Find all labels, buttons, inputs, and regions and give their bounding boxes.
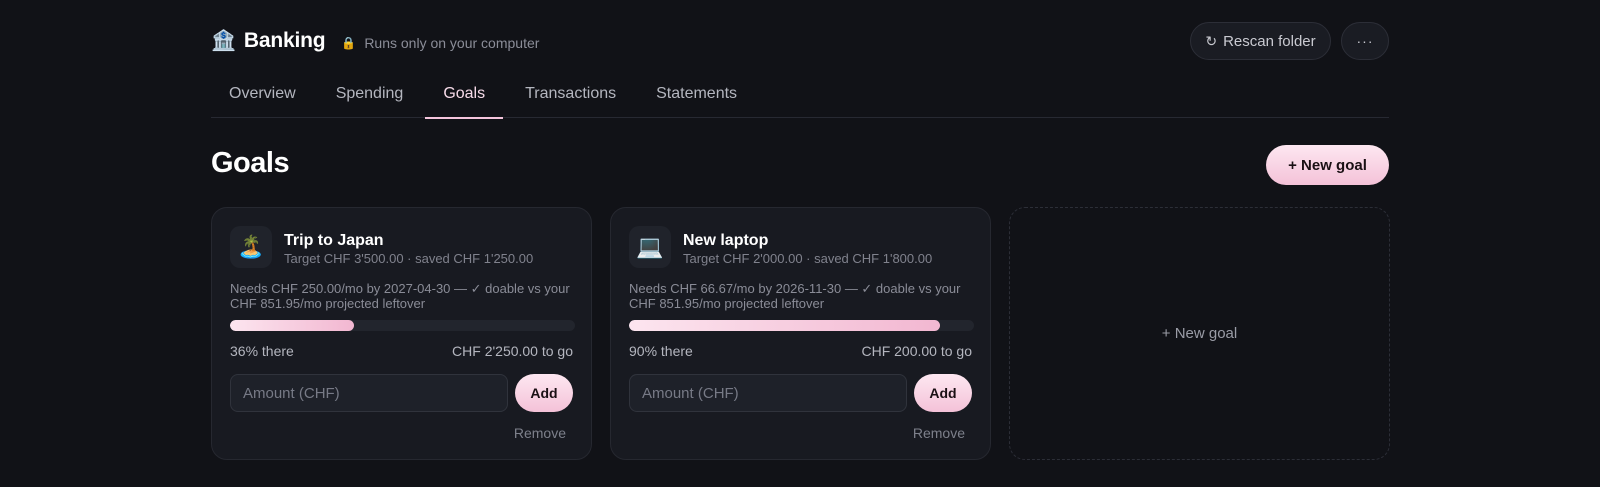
main-tabs: Overview Spending Goals Transactions Sta…: [211, 78, 1389, 119]
local-only-note: 🔒 Runs only on your computer: [341, 35, 539, 51]
goal-progress-bar: [629, 320, 974, 331]
goal-monthly-needs: Needs CHF 66.67/mo by 2026-11-30 — ✓ doa…: [629, 281, 961, 311]
goal-name: New laptop: [683, 232, 769, 249]
local-only-text: Runs only on your computer: [364, 34, 540, 51]
app-container: 🏦 Banking 🔒 Runs only on your computer ↻…: [211, 0, 1390, 487]
goal-target-summary: Target CHF 3'500.00 · saved CHF 1'250.00: [284, 251, 534, 266]
amount-input[interactable]: [629, 374, 907, 412]
remove-goal-button[interactable]: Remove: [514, 425, 566, 441]
page-title: Goals: [211, 147, 290, 179]
goal-progress-bar: [230, 320, 575, 331]
goal-card: 🏝️ Trip to Japan Target CHF 3'500.00 · s…: [211, 207, 592, 460]
tab-goals[interactable]: Goals: [425, 78, 503, 119]
goal-progress-label: 36% there: [230, 343, 294, 359]
refresh-icon: ↻: [1205, 32, 1218, 49]
app-header: 🏦 Banking 🔒 Runs only on your computer ↻…: [211, 22, 1389, 60]
new-goal-button[interactable]: + New goal: [1266, 145, 1389, 185]
add-amount-button[interactable]: Add: [914, 374, 972, 412]
tab-label: Overview: [229, 85, 296, 102]
lock-icon: 🔒: [341, 35, 357, 50]
goal-remaining: CHF 2'250.00 to go: [452, 343, 573, 359]
remove-goal-button[interactable]: Remove: [913, 425, 965, 441]
bank-icon: 🏦: [211, 30, 236, 52]
island-icon: 🏝️: [230, 226, 272, 268]
new-goal-card[interactable]: + New goal: [1009, 207, 1390, 460]
more-options-button[interactable]: ···: [1341, 22, 1389, 60]
brand: 🏦 Banking 🔒 Runs only on your computer: [211, 29, 539, 53]
goal-name: Trip to Japan: [284, 232, 384, 249]
goal-progress-fill: [629, 320, 940, 331]
laptop-icon: 💻: [629, 226, 671, 268]
tab-label: Transactions: [525, 85, 617, 102]
goal-cards: 🏝️ Trip to Japan Target CHF 3'500.00 · s…: [211, 207, 1390, 460]
goal-monthly-needs: Needs CHF 250.00/mo by 2027-04-30 — ✓ do…: [230, 281, 570, 311]
more-icon: ···: [1356, 33, 1374, 49]
new-goal-card-label: + New goal: [1161, 325, 1238, 342]
tab-label: Statements: [656, 85, 738, 102]
tab-statements[interactable]: Statements: [638, 78, 755, 118]
amount-input[interactable]: [230, 374, 508, 412]
app-title: Banking: [243, 29, 326, 52]
goal-progress-fill: [230, 320, 355, 331]
header-actions: ↻ Rescan folder ···: [1190, 22, 1389, 60]
tab-label: Spending: [335, 85, 404, 102]
add-amount-button[interactable]: Add: [515, 374, 573, 412]
tab-spending[interactable]: Spending: [318, 78, 422, 118]
rescan-folder-label: Rescan folder: [1223, 32, 1316, 50]
goal-progress-label: 90% there: [629, 343, 693, 359]
tab-overview[interactable]: Overview: [211, 78, 314, 118]
rescan-folder-button[interactable]: ↻ Rescan folder: [1190, 22, 1331, 60]
goal-target-summary: Target CHF 2'000.00 · saved CHF 1'800.00: [683, 251, 933, 266]
tab-transactions[interactable]: Transactions: [507, 78, 634, 118]
goal-card: 💻 New laptop Target CHF 2'000.00 · saved…: [610, 207, 991, 460]
goal-remaining: CHF 200.00 to go: [861, 343, 972, 359]
tab-label: Goals: [443, 85, 486, 102]
